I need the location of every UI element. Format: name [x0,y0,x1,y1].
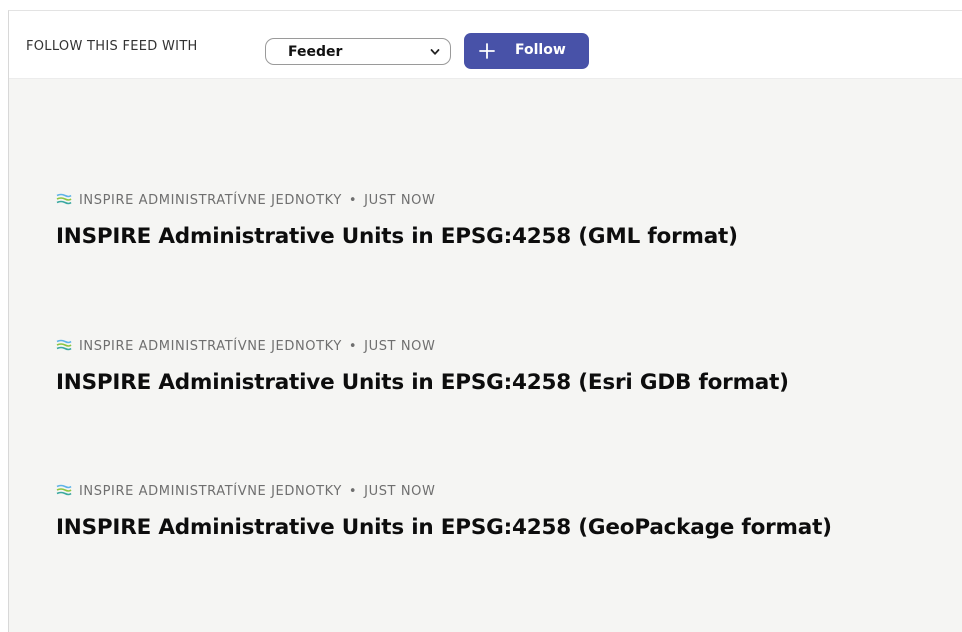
item-time: JUST NOW [364,193,436,208]
item-time: JUST NOW [364,484,436,499]
feed-panel: FOLLOW THIS FEED WITH Feeder Follow INSP… [8,10,962,632]
follow-toolbar: FOLLOW THIS FEED WITH Feeder Follow [9,11,962,79]
meta-separator: • [348,484,358,499]
feed-item-meta: INSPIRE ADMINISTRATÍVNE JEDNOTKY • JUST NO… [56,192,738,210]
feed-item-meta: INSPIRE ADMINISTRATÍVNE JEDNOTKY • JUST NO… [56,338,789,356]
reader-select[interactable]: Feeder [265,38,451,65]
chevron-down-icon [430,49,440,55]
item-title-link[interactable]: INSPIRE Administrative Units in EPSG:425… [56,224,738,250]
plus-icon [479,43,495,59]
feed-source-name[interactable]: INSPIRE ADMINISTRATÍVNE JEDNOTKY [79,484,342,499]
feed-source-name[interactable]: INSPIRE ADMINISTRATÍVNE JEDNOTKY [79,339,342,354]
feed-source-icon [56,339,72,351]
feed-item-meta: INSPIRE ADMINISTRATÍVNE JEDNOTKY • JUST NO… [56,483,832,501]
reader-select-value: Feeder [288,44,343,60]
feed-item: INSPIRE ADMINISTRATÍVNE JEDNOTKY • JUST NO… [56,192,738,250]
meta-separator: • [348,193,358,208]
meta-separator: • [348,339,358,354]
feed-source-icon [56,193,72,205]
feed-item: INSPIRE ADMINISTRATÍVNE JEDNOTKY • JUST NO… [56,338,789,396]
follow-button[interactable]: Follow [464,33,589,69]
item-title-link[interactable]: INSPIRE Administrative Units in EPSG:425… [56,370,789,396]
item-time: JUST NOW [364,339,436,354]
follow-button-label: Follow [515,42,566,58]
feed-source-name[interactable]: INSPIRE ADMINISTRATÍVNE JEDNOTKY [79,193,342,208]
feed-source-icon [56,484,72,496]
item-title-link[interactable]: INSPIRE Administrative Units in EPSG:425… [56,515,832,541]
follow-label: FOLLOW THIS FEED WITH [26,39,198,54]
feed-item: INSPIRE ADMINISTRATÍVNE JEDNOTKY • JUST NO… [56,483,832,541]
